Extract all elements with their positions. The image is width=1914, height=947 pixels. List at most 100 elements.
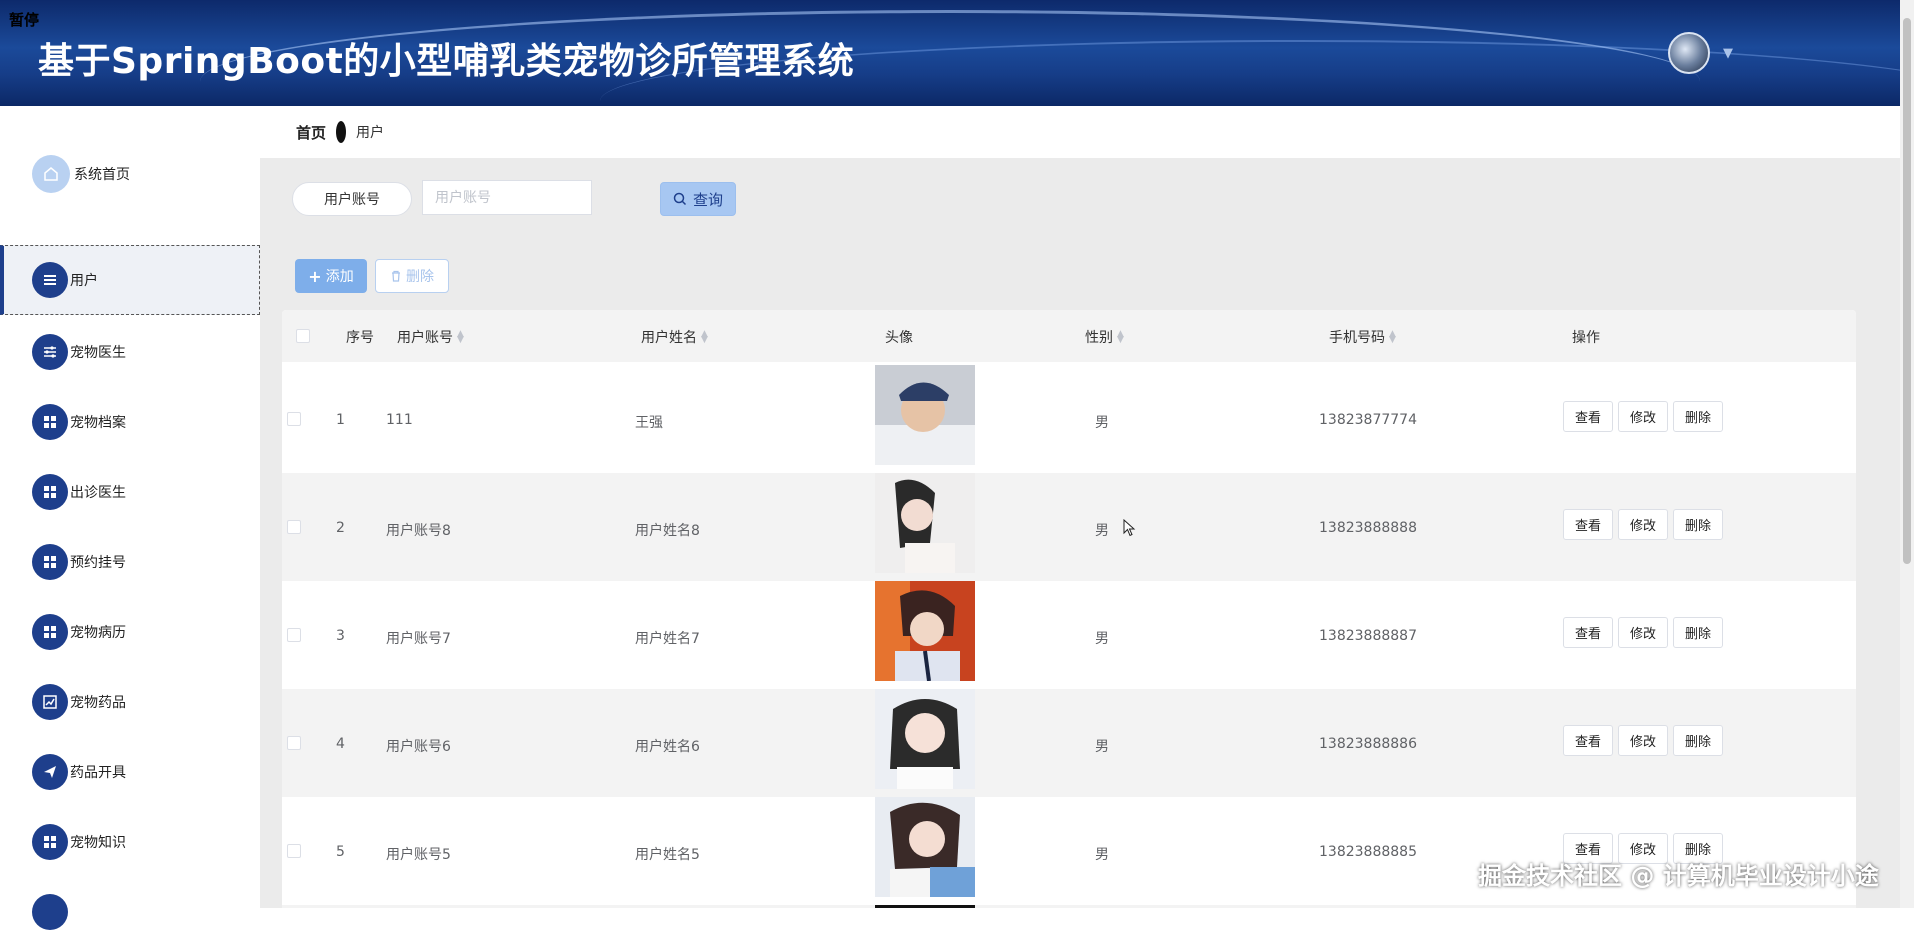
- search-input[interactable]: [422, 180, 592, 215]
- table-row: 3 用户账号7 用户姓名7 男 13823888887 查看 修改 删除: [282, 581, 1856, 689]
- row-checkbox[interactable]: [287, 736, 301, 750]
- grid-icon: [32, 404, 68, 440]
- row-account: 111: [386, 412, 413, 428]
- add-button[interactable]: + 添加: [295, 259, 367, 293]
- row-checkbox[interactable]: [287, 412, 301, 426]
- row-index: 3: [336, 628, 345, 644]
- edit-button[interactable]: 修改: [1618, 401, 1668, 432]
- user-avatar-photo: [875, 581, 975, 681]
- sidebar-item-home[interactable]: 系统首页: [0, 139, 260, 209]
- sort-icon[interactable]: ▲ ▼: [701, 330, 708, 345]
- user-avatar-photo: [875, 797, 975, 897]
- delete-row-button[interactable]: 删除: [1673, 509, 1723, 540]
- trash-icon: [392, 270, 400, 282]
- sidebar-item-prescription[interactable]: 药品开具: [0, 737, 260, 807]
- edit-button[interactable]: 修改: [1618, 617, 1668, 648]
- sidebar-item-visiting-doctor[interactable]: 出诊医生: [0, 457, 260, 527]
- select-all-checkbox[interactable]: [296, 329, 310, 343]
- delete-row-button[interactable]: 删除: [1673, 617, 1723, 648]
- column-header-avatar: 头像: [885, 330, 913, 346]
- column-header: 序号: [346, 330, 374, 346]
- view-button[interactable]: 查看: [1563, 617, 1613, 648]
- main-content: 用户账号 查询 + 添加 删除 序号 用户账号▲▼ 用户姓名▲▼ 头像 性别▲▼…: [260, 158, 1900, 908]
- row-account: 用户账号5: [386, 847, 451, 863]
- sliders-icon: [32, 334, 68, 370]
- sidebar-item-label: 用户: [70, 273, 98, 289]
- view-button[interactable]: 查看: [1563, 725, 1613, 756]
- search-button[interactable]: 查询: [660, 182, 736, 216]
- sort-icon[interactable]: ▲ ▼: [1117, 330, 1124, 345]
- row-account: 用户账号6: [386, 739, 451, 755]
- delete-row-button[interactable]: 删除: [1673, 401, 1723, 432]
- pause-label[interactable]: 暂停: [9, 9, 39, 30]
- sidebar-item-appointment[interactable]: 预约挂号: [0, 527, 260, 597]
- sidebar-item-pet-medicine[interactable]: 宠物药品: [0, 667, 260, 737]
- grid-icon: [32, 894, 68, 930]
- sidebar-item-label: 出诊医生: [70, 485, 126, 501]
- sidebar-item-pet-knowledge[interactable]: 宠物知识: [0, 807, 260, 877]
- sidebar-item-label: 宠物病历: [70, 625, 126, 641]
- grid-icon: [32, 824, 68, 860]
- row-name: 用户姓名8: [635, 523, 700, 539]
- sort-icon[interactable]: ▲ ▼: [457, 330, 464, 345]
- sidebar: 系统首页 用户 宠物医生 宠物档案 出诊医生 预约挂号 宠物病历 宠物药品 药品…: [0, 106, 260, 930]
- cursor-icon: [1123, 519, 1136, 537]
- sidebar-item-label: 宠物药品: [70, 695, 126, 711]
- breadcrumb-separator-icon: [336, 121, 347, 143]
- view-button[interactable]: 查看: [1563, 401, 1613, 432]
- row-phone: 13823888885: [1319, 844, 1417, 860]
- table-row: 4 用户账号6 用户姓名6 男 13823888886 查看 修改 删除: [282, 689, 1856, 797]
- column-header-phone[interactable]: 手机号码 ▲ ▼: [1329, 327, 1396, 347]
- user-avatar[interactable]: [1668, 32, 1710, 74]
- sidebar-item-label: 预约挂号: [70, 555, 126, 571]
- row-index: 2: [336, 520, 345, 536]
- app-header: 暂停 基于SpringBoot的小型哺乳类宠物诊所管理系统 ▼: [0, 0, 1900, 106]
- sort-icon[interactable]: ▲ ▼: [1389, 330, 1396, 345]
- column-header-account[interactable]: 用户账号 ▲ ▼: [397, 327, 464, 347]
- sidebar-item-users[interactable]: 用户: [0, 245, 260, 315]
- row-phone: 13823888888: [1319, 520, 1417, 536]
- row-name: 用户姓名6: [635, 739, 700, 755]
- row-index: 5: [336, 844, 345, 860]
- delete-row-button[interactable]: 删除: [1673, 725, 1723, 756]
- column-header-actions: 操作: [1572, 330, 1600, 346]
- site-title: 基于SpringBoot的小型哺乳类宠物诊所管理系统: [38, 41, 855, 82]
- sidebar-item-pet-doctor[interactable]: 宠物医生: [0, 317, 260, 387]
- column-header-name[interactable]: 用户姓名 ▲ ▼: [641, 327, 708, 347]
- table-row: 2 用户账号8 用户姓名8 男 13823888888 查看 修改 删除: [282, 473, 1856, 581]
- plus-icon: +: [308, 266, 322, 286]
- row-gender: 男: [1095, 847, 1109, 863]
- row-gender: 男: [1095, 631, 1109, 647]
- breadcrumb: 首页 用户: [260, 106, 1900, 158]
- delete-button-label: 删除: [406, 269, 434, 285]
- caret-down-icon[interactable]: ▼: [1723, 46, 1733, 61]
- sidebar-item-medical-record[interactable]: 宠物病历: [0, 597, 260, 667]
- edit-button[interactable]: 修改: [1618, 509, 1668, 540]
- sidebar-item-label: 宠物档案: [70, 415, 126, 431]
- grid-icon: [32, 544, 68, 580]
- user-avatar-photo: [875, 365, 975, 465]
- column-header-gender[interactable]: 性别 ▲ ▼: [1085, 327, 1124, 347]
- row-gender: 男: [1095, 523, 1109, 539]
- add-button-label: 添加: [325, 269, 354, 285]
- row-checkbox[interactable]: [287, 628, 301, 642]
- sidebar-item-more[interactable]: [0, 877, 260, 947]
- scrollbar-thumb[interactable]: [1903, 18, 1911, 564]
- breadcrumb-home[interactable]: 首页: [296, 122, 326, 143]
- home-icon: [32, 155, 70, 193]
- sidebar-item-pet-archive[interactable]: 宠物档案: [0, 387, 260, 457]
- row-gender: 男: [1095, 739, 1109, 755]
- row-index: 4: [336, 736, 345, 752]
- edit-button[interactable]: 修改: [1618, 725, 1668, 756]
- row-phone: 13823888886: [1319, 736, 1417, 752]
- sidebar-item-label: 药品开具: [70, 765, 126, 781]
- row-checkbox[interactable]: [287, 844, 301, 858]
- view-button[interactable]: 查看: [1563, 509, 1613, 540]
- sidebar-item-label: 宠物知识: [70, 835, 126, 851]
- delete-button[interactable]: 删除: [375, 259, 449, 293]
- row-name: 用户姓名7: [635, 631, 700, 647]
- send-icon: [32, 754, 68, 790]
- row-checkbox[interactable]: [287, 520, 301, 534]
- list-icon: [32, 262, 68, 298]
- search-field-label: 用户账号: [292, 182, 412, 216]
